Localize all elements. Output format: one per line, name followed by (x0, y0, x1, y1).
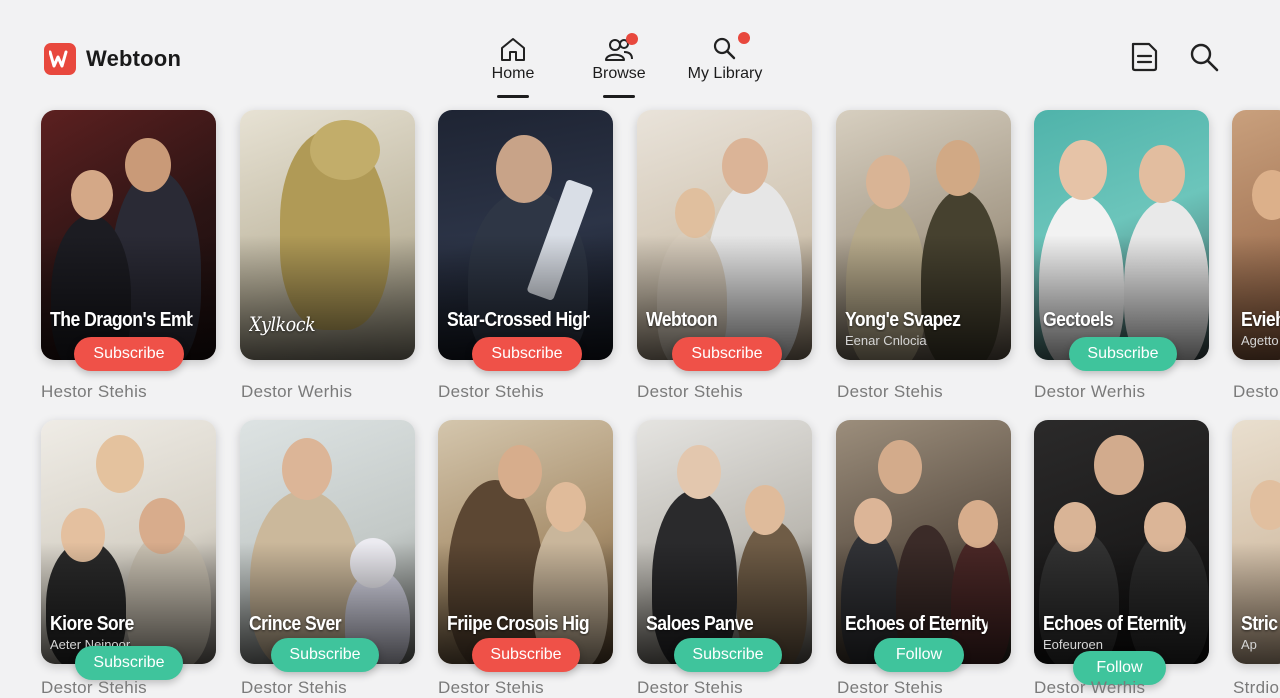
people-icon (604, 33, 638, 64)
comic-card[interactable]: Stric Ap (1232, 420, 1280, 664)
comic-title: Saloes Panve (646, 613, 754, 635)
tab-browse[interactable]: Browse (564, 33, 674, 98)
document-icon[interactable] (1127, 40, 1161, 74)
comic-cover-text: Xylkock (249, 312, 316, 336)
comic-author: Desto (1233, 382, 1279, 401)
tab-browse-indicator (603, 95, 635, 98)
comic-card[interactable]: Yong'e Svapez Eenar Cnlocia (836, 110, 1011, 360)
comic-title: Webtoon (646, 309, 718, 331)
comic-card[interactable]: Evieh Agetto (1232, 110, 1280, 360)
comic-author: Destor Werhis (241, 382, 353, 401)
comic-card[interactable]: Saloes Panve (637, 420, 812, 664)
app-name: Webtoon (86, 46, 182, 71)
comic-author: Destor Stehis (438, 382, 544, 401)
comic-title: Yong'e Svapez (845, 309, 961, 331)
subscribe-button[interactable]: Subscribe (674, 638, 782, 672)
subscribe-button[interactable]: Subscribe (1069, 337, 1177, 371)
comic-card[interactable]: Star-Crossed High (438, 110, 613, 360)
comic-author: Destor Werhis (1034, 382, 1146, 401)
comic-title: Gectoels (1043, 309, 1114, 331)
comic-card[interactable]: Echoes of Eternity Eofeuroen (1034, 420, 1209, 664)
comic-card[interactable]: Webtoon (637, 110, 812, 360)
webtoon-logo-icon (44, 43, 76, 75)
home-icon (498, 36, 528, 64)
comic-author: Destor Stehis (41, 678, 147, 697)
comic-card[interactable]: Crince Sver (240, 420, 415, 664)
tab-browse-label: Browse (592, 65, 646, 82)
browse-badge-dot (626, 33, 638, 45)
subscribe-button[interactable]: Subscribe (472, 337, 582, 371)
comic-card[interactable]: Gectoels (1034, 110, 1209, 360)
tab-home[interactable]: Home (458, 36, 568, 98)
comic-author: Destor Werhis (1034, 678, 1146, 697)
subscribe-button[interactable]: Subscribe (672, 337, 782, 371)
comic-author: Strdior (1233, 678, 1280, 697)
comic-title: Stric (1241, 613, 1278, 635)
comic-subtitle: Agetto (1241, 333, 1279, 348)
search-icon (710, 32, 750, 64)
library-badge-dot (738, 32, 750, 44)
comic-title: Star-Crossed High (447, 309, 590, 331)
comic-card[interactable]: Kiore Sore Aeter Neinoor (41, 420, 216, 664)
subscribe-button[interactable]: Subscribe (472, 638, 580, 672)
comic-card[interactable]: The Dragon's Embrace (41, 110, 216, 360)
comic-title: Friipe Crosois High (447, 613, 590, 635)
comic-title: The Dragon's Embrace (50, 309, 193, 331)
subscribe-button[interactable]: Subscribe (75, 646, 183, 680)
comic-author: Hestor Stehis (41, 382, 147, 401)
comic-subtitle: Eenar Cnlocia (845, 333, 927, 348)
app-logo[interactable]: Webtoon (44, 43, 181, 75)
header-search-icon[interactable] (1187, 40, 1221, 74)
tab-my-library[interactable]: My Library (670, 32, 780, 83)
comic-title: Evieh (1241, 309, 1280, 331)
tab-home-indicator (497, 95, 529, 98)
comic-title: Crince Sver (249, 613, 342, 635)
tab-my-library-label: My Library (687, 65, 763, 82)
subscribe-button[interactable]: Subscribe (74, 337, 184, 371)
comic-subtitle: Eofeuroen (1043, 637, 1103, 652)
comic-card[interactable]: Echoes of Eternity (836, 420, 1011, 664)
subscribe-button[interactable]: Subscribe (271, 638, 379, 672)
comic-card[interactable]: Xylkock (240, 110, 415, 360)
comic-author: Destor Stehis (637, 382, 743, 401)
comic-title: Echoes of Eternity (845, 613, 988, 635)
follow-button[interactable]: Follow (874, 638, 964, 672)
comic-subtitle: Ap (1241, 637, 1257, 652)
comic-author: Destor Stehis (837, 678, 943, 697)
comic-author: Destor Stehis (438, 678, 544, 697)
comic-title: Kiore Sore (50, 613, 134, 635)
tab-home-label: Home (491, 65, 535, 82)
comic-title: Echoes of Eternity (1043, 613, 1186, 635)
comic-author: Destor Stehis (637, 678, 743, 697)
comic-author: Destor Stehis (241, 678, 347, 697)
comic-card[interactable]: Friipe Crosois High (438, 420, 613, 664)
comic-author: Destor Stehis (837, 382, 943, 401)
